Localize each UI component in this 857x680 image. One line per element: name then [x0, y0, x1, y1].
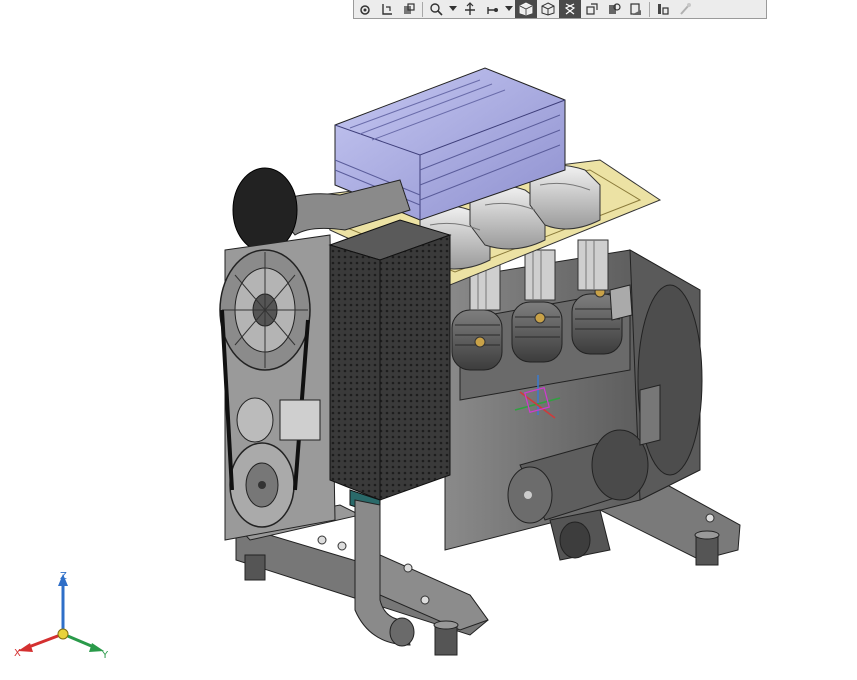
- previous-view-icon[interactable]: [376, 0, 398, 18]
- edit-appearance-icon[interactable]: [603, 0, 625, 18]
- view-orientation-icon[interactable]: [459, 0, 481, 18]
- wireframe-icon[interactable]: [559, 0, 581, 18]
- section-view-icon[interactable]: [398, 0, 420, 18]
- z-axis-label: Z: [60, 571, 67, 582]
- graphics-viewport[interactable]: [0, 20, 857, 680]
- view-settings-icon[interactable]: [354, 0, 376, 18]
- engine-model[interactable]: [0, 20, 857, 680]
- toolbar-separator: [649, 1, 650, 17]
- display-style-icon[interactable]: [481, 0, 503, 18]
- zoom-to-area-icon[interactable]: [425, 0, 447, 18]
- view-setting-icon[interactable]: [652, 0, 674, 18]
- shaded-with-edges-icon[interactable]: [515, 0, 537, 18]
- dropdown-arrow-icon[interactable]: [503, 0, 515, 18]
- realview-icon[interactable]: [674, 0, 696, 18]
- oil-cooler[interactable]: [328, 219, 452, 516]
- apply-scene-icon[interactable]: [625, 0, 647, 18]
- dropdown-arrow-icon[interactable]: [447, 0, 459, 18]
- toolbar-separator: [422, 1, 423, 17]
- y-axis-label: Y: [102, 650, 109, 661]
- hidden-lines-removed-icon[interactable]: [537, 0, 559, 18]
- front-cover[interactable]: [219, 234, 336, 541]
- reference-triad: Z X Y: [8, 568, 118, 668]
- heads-up-view-toolbar: [353, 0, 767, 19]
- hide-show-items-icon[interactable]: [581, 0, 603, 18]
- x-axis-label: X: [14, 648, 21, 659]
- cooling-fan-shroud[interactable]: [232, 167, 298, 253]
